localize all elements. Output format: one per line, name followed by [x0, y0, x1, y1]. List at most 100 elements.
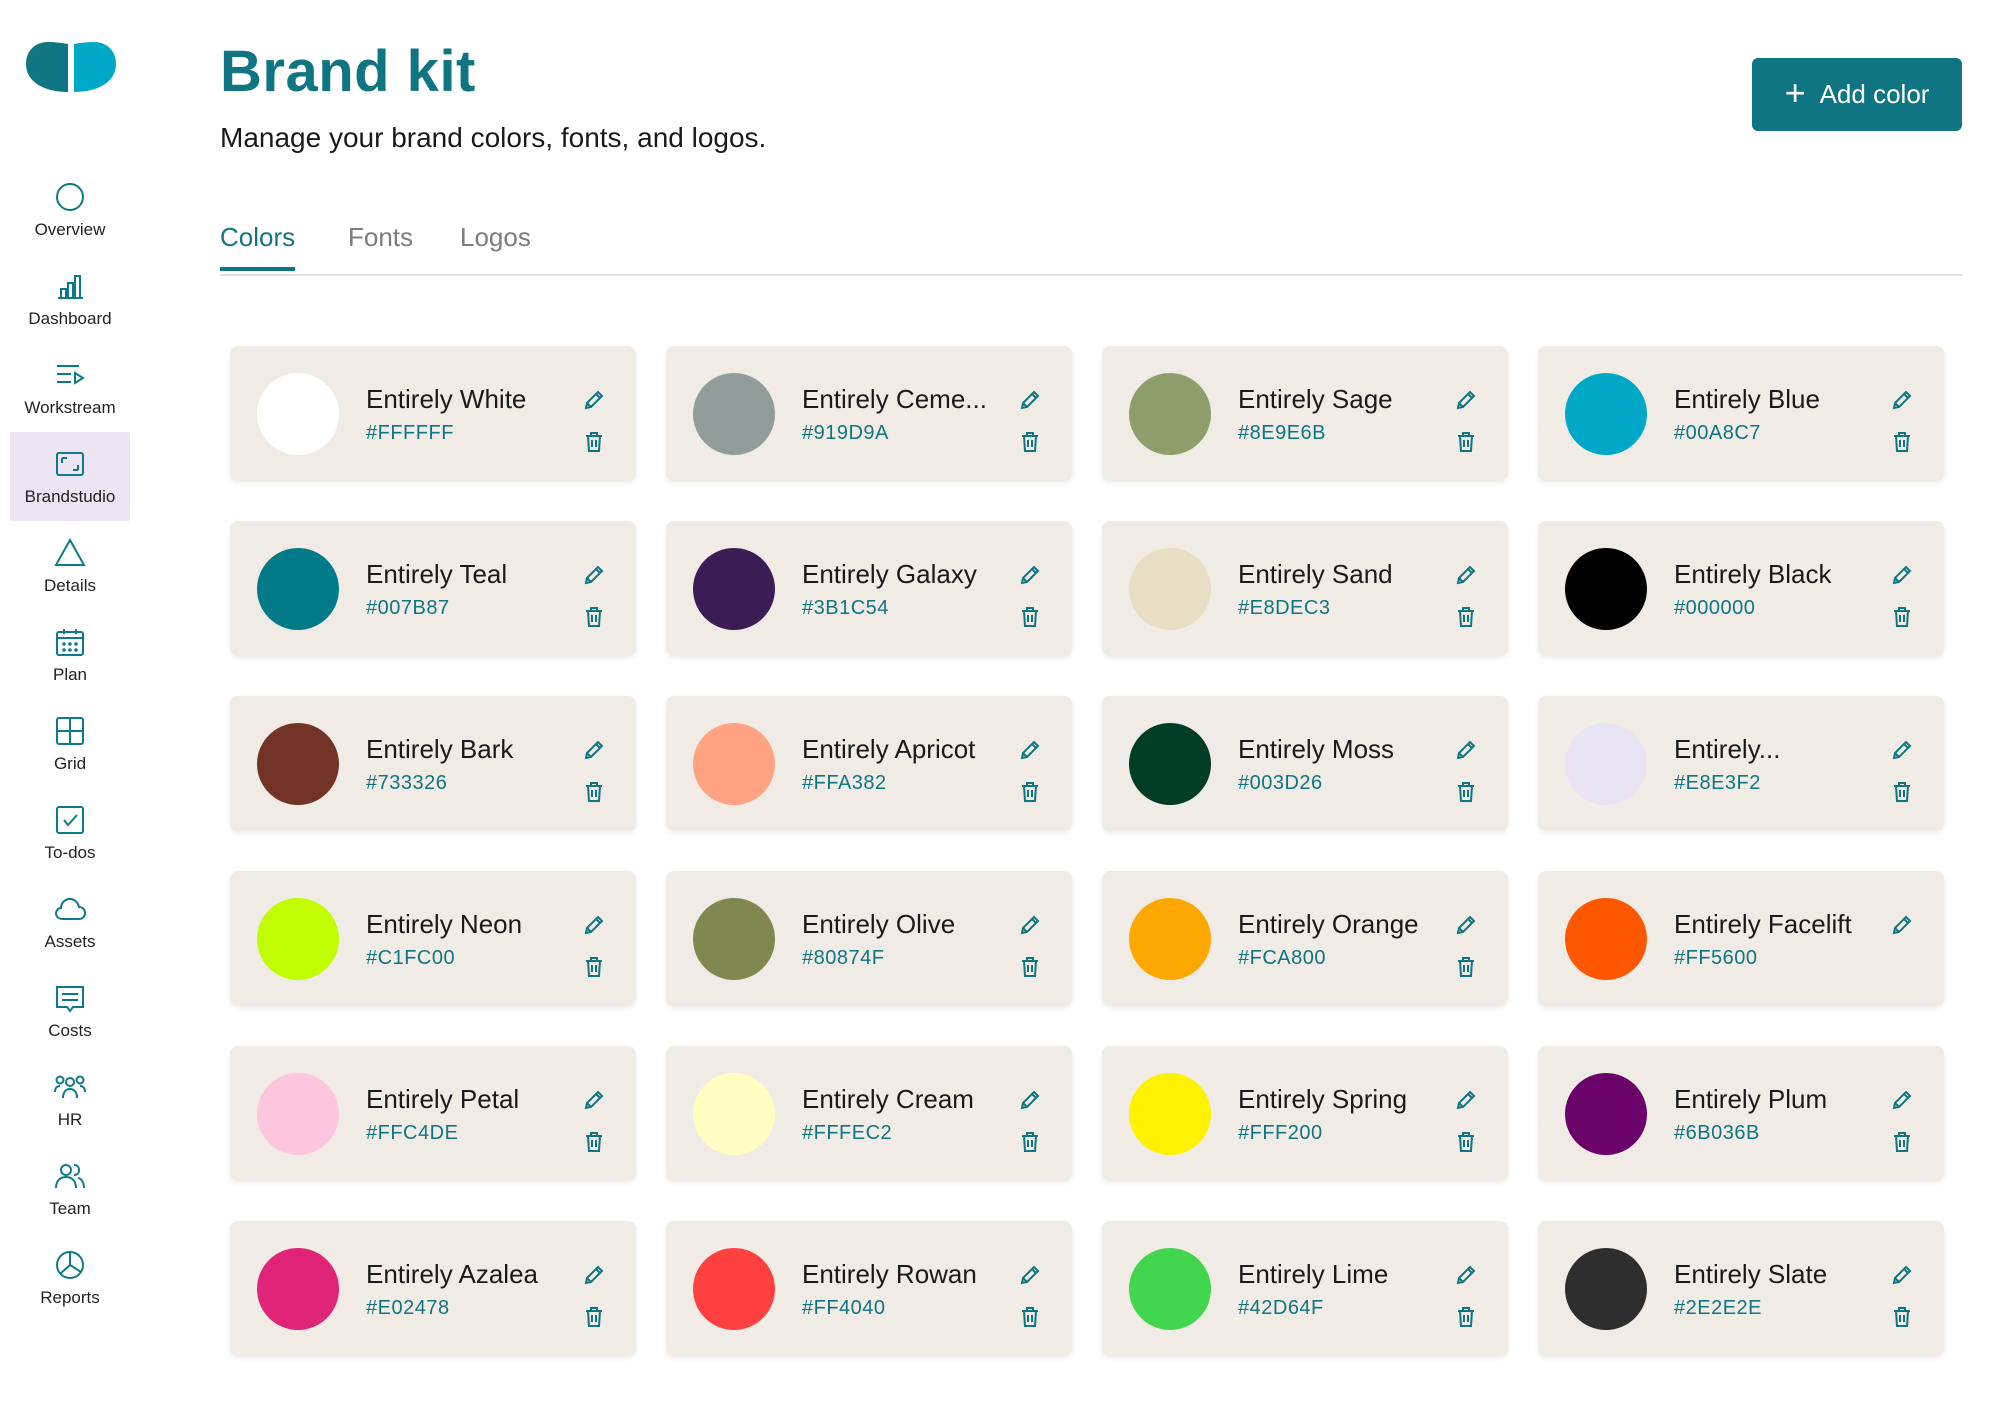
trash-icon[interactable] — [1890, 780, 1914, 804]
brand-logo[interactable] — [24, 40, 118, 100]
color-swatch[interactable] — [1129, 898, 1211, 980]
trash-icon[interactable] — [1018, 1130, 1042, 1154]
color-swatch[interactable] — [1129, 723, 1211, 805]
trash-icon[interactable] — [1018, 780, 1042, 804]
sidebar-item-hr[interactable]: HR — [10, 1055, 130, 1144]
edit-icon[interactable] — [1890, 738, 1914, 762]
trash-icon[interactable] — [582, 605, 606, 629]
color-card[interactable]: Entirely Sand #E8DEC3 — [1102, 521, 1508, 656]
trash-icon[interactable] — [1454, 430, 1478, 454]
trash-icon[interactable] — [582, 430, 606, 454]
color-card[interactable]: Entirely Cream #FFFEC2 — [666, 1046, 1072, 1181]
edit-icon[interactable] — [1454, 913, 1478, 937]
edit-icon[interactable] — [1890, 1263, 1914, 1287]
sidebar-item-costs[interactable]: Costs — [10, 966, 130, 1055]
tab-colors[interactable]: Colors — [220, 222, 296, 271]
edit-icon[interactable] — [1018, 1263, 1042, 1287]
sidebar-item-grid[interactable]: Grid — [10, 699, 130, 788]
edit-icon[interactable] — [1018, 563, 1042, 587]
trash-icon[interactable] — [1018, 955, 1042, 979]
color-card[interactable]: Entirely Petal #FFC4DE — [230, 1046, 636, 1181]
trash-icon[interactable] — [1890, 1130, 1914, 1154]
sidebar-item-workstream[interactable]: Workstream — [10, 343, 130, 432]
color-card[interactable]: Entirely Lime #42D64F — [1102, 1221, 1508, 1356]
color-card[interactable]: Entirely Moss #003D26 — [1102, 696, 1508, 831]
color-swatch[interactable] — [1565, 373, 1647, 455]
color-card[interactable]: Entirely Teal #007B87 — [230, 521, 636, 656]
edit-icon[interactable] — [1454, 388, 1478, 412]
trash-icon[interactable] — [1890, 605, 1914, 629]
edit-icon[interactable] — [1018, 1088, 1042, 1112]
trash-icon[interactable] — [1454, 955, 1478, 979]
edit-icon[interactable] — [582, 1088, 606, 1112]
sidebar-item-team[interactable]: Team — [10, 1144, 130, 1233]
edit-icon[interactable] — [1890, 1088, 1914, 1112]
color-card[interactable]: Entirely Blue #00A8C7 — [1538, 346, 1944, 481]
edit-icon[interactable] — [582, 563, 606, 587]
color-card[interactable]: Entirely Black #000000 — [1538, 521, 1944, 656]
color-swatch[interactable] — [257, 373, 339, 455]
color-card[interactable]: Entirely Neon #C1FC00 — [230, 871, 636, 1006]
sidebar-item-brandstudio[interactable]: Brandstudio — [10, 432, 130, 521]
edit-icon[interactable] — [1454, 563, 1478, 587]
color-card[interactable]: Entirely Facelift #FF5600 — [1538, 871, 1944, 1006]
trash-icon[interactable] — [1454, 605, 1478, 629]
color-swatch[interactable] — [1565, 898, 1647, 980]
trash-icon[interactable] — [582, 780, 606, 804]
color-card[interactable]: Entirely... #E8E3F2 — [1538, 696, 1944, 831]
sidebar-item-to-dos[interactable]: To-dos — [10, 788, 130, 877]
color-swatch[interactable] — [257, 898, 339, 980]
color-card[interactable]: Entirely Plum #6B036B — [1538, 1046, 1944, 1181]
trash-icon[interactable] — [1018, 430, 1042, 454]
edit-icon[interactable] — [1890, 563, 1914, 587]
color-swatch[interactable] — [1129, 373, 1211, 455]
edit-icon[interactable] — [1890, 388, 1914, 412]
edit-icon[interactable] — [1454, 1263, 1478, 1287]
trash-icon[interactable] — [1018, 605, 1042, 629]
color-swatch[interactable] — [1565, 1248, 1647, 1330]
color-swatch[interactable] — [693, 373, 775, 455]
color-swatch[interactable] — [257, 723, 339, 805]
sidebar-item-details[interactable]: Details — [10, 521, 130, 610]
edit-icon[interactable] — [1454, 738, 1478, 762]
edit-icon[interactable] — [1018, 913, 1042, 937]
color-card[interactable]: Entirely Ceme... #919D9A — [666, 346, 1072, 481]
edit-icon[interactable] — [582, 388, 606, 412]
color-swatch[interactable] — [1565, 723, 1647, 805]
color-card[interactable]: Entirely Rowan #FF4040 — [666, 1221, 1072, 1356]
color-card[interactable]: Entirely Azalea #E02478 — [230, 1221, 636, 1356]
color-swatch[interactable] — [693, 723, 775, 805]
add-color-button[interactable]: + Add color — [1752, 58, 1962, 131]
trash-icon[interactable] — [582, 1130, 606, 1154]
edit-icon[interactable] — [582, 738, 606, 762]
color-card[interactable]: Entirely White #FFFFFF — [230, 346, 636, 481]
sidebar-item-assets[interactable]: Assets — [10, 877, 130, 966]
trash-icon[interactable] — [582, 1305, 606, 1329]
color-swatch[interactable] — [1129, 1073, 1211, 1155]
color-card[interactable]: Entirely Slate #2E2E2E — [1538, 1221, 1944, 1356]
color-swatch[interactable] — [1565, 548, 1647, 630]
color-swatch[interactable] — [1565, 1073, 1647, 1155]
color-card[interactable]: Entirely Sage #8E9E6B — [1102, 346, 1508, 481]
edit-icon[interactable] — [582, 913, 606, 937]
color-swatch[interactable] — [257, 1073, 339, 1155]
color-swatch[interactable] — [693, 1073, 775, 1155]
color-card[interactable]: Entirely Spring #FFF200 — [1102, 1046, 1508, 1181]
color-card[interactable]: Entirely Orange #FCA800 — [1102, 871, 1508, 1006]
color-swatch[interactable] — [693, 548, 775, 630]
edit-icon[interactable] — [1890, 913, 1914, 937]
edit-icon[interactable] — [1018, 738, 1042, 762]
color-card[interactable]: Entirely Galaxy #3B1C54 — [666, 521, 1072, 656]
color-card[interactable]: Entirely Olive #80874F — [666, 871, 1072, 1006]
trash-icon[interactable] — [1018, 1305, 1042, 1329]
sidebar-item-dashboard[interactable]: Dashboard — [10, 254, 130, 343]
color-swatch[interactable] — [1129, 1248, 1211, 1330]
trash-icon[interactable] — [1890, 430, 1914, 454]
edit-icon[interactable] — [1454, 1088, 1478, 1112]
tab-fonts[interactable]: Fonts — [348, 222, 413, 271]
color-card[interactable]: Entirely Bark #733326 — [230, 696, 636, 831]
color-swatch[interactable] — [257, 1248, 339, 1330]
color-swatch[interactable] — [257, 548, 339, 630]
color-swatch[interactable] — [693, 898, 775, 980]
trash-icon[interactable] — [582, 955, 606, 979]
